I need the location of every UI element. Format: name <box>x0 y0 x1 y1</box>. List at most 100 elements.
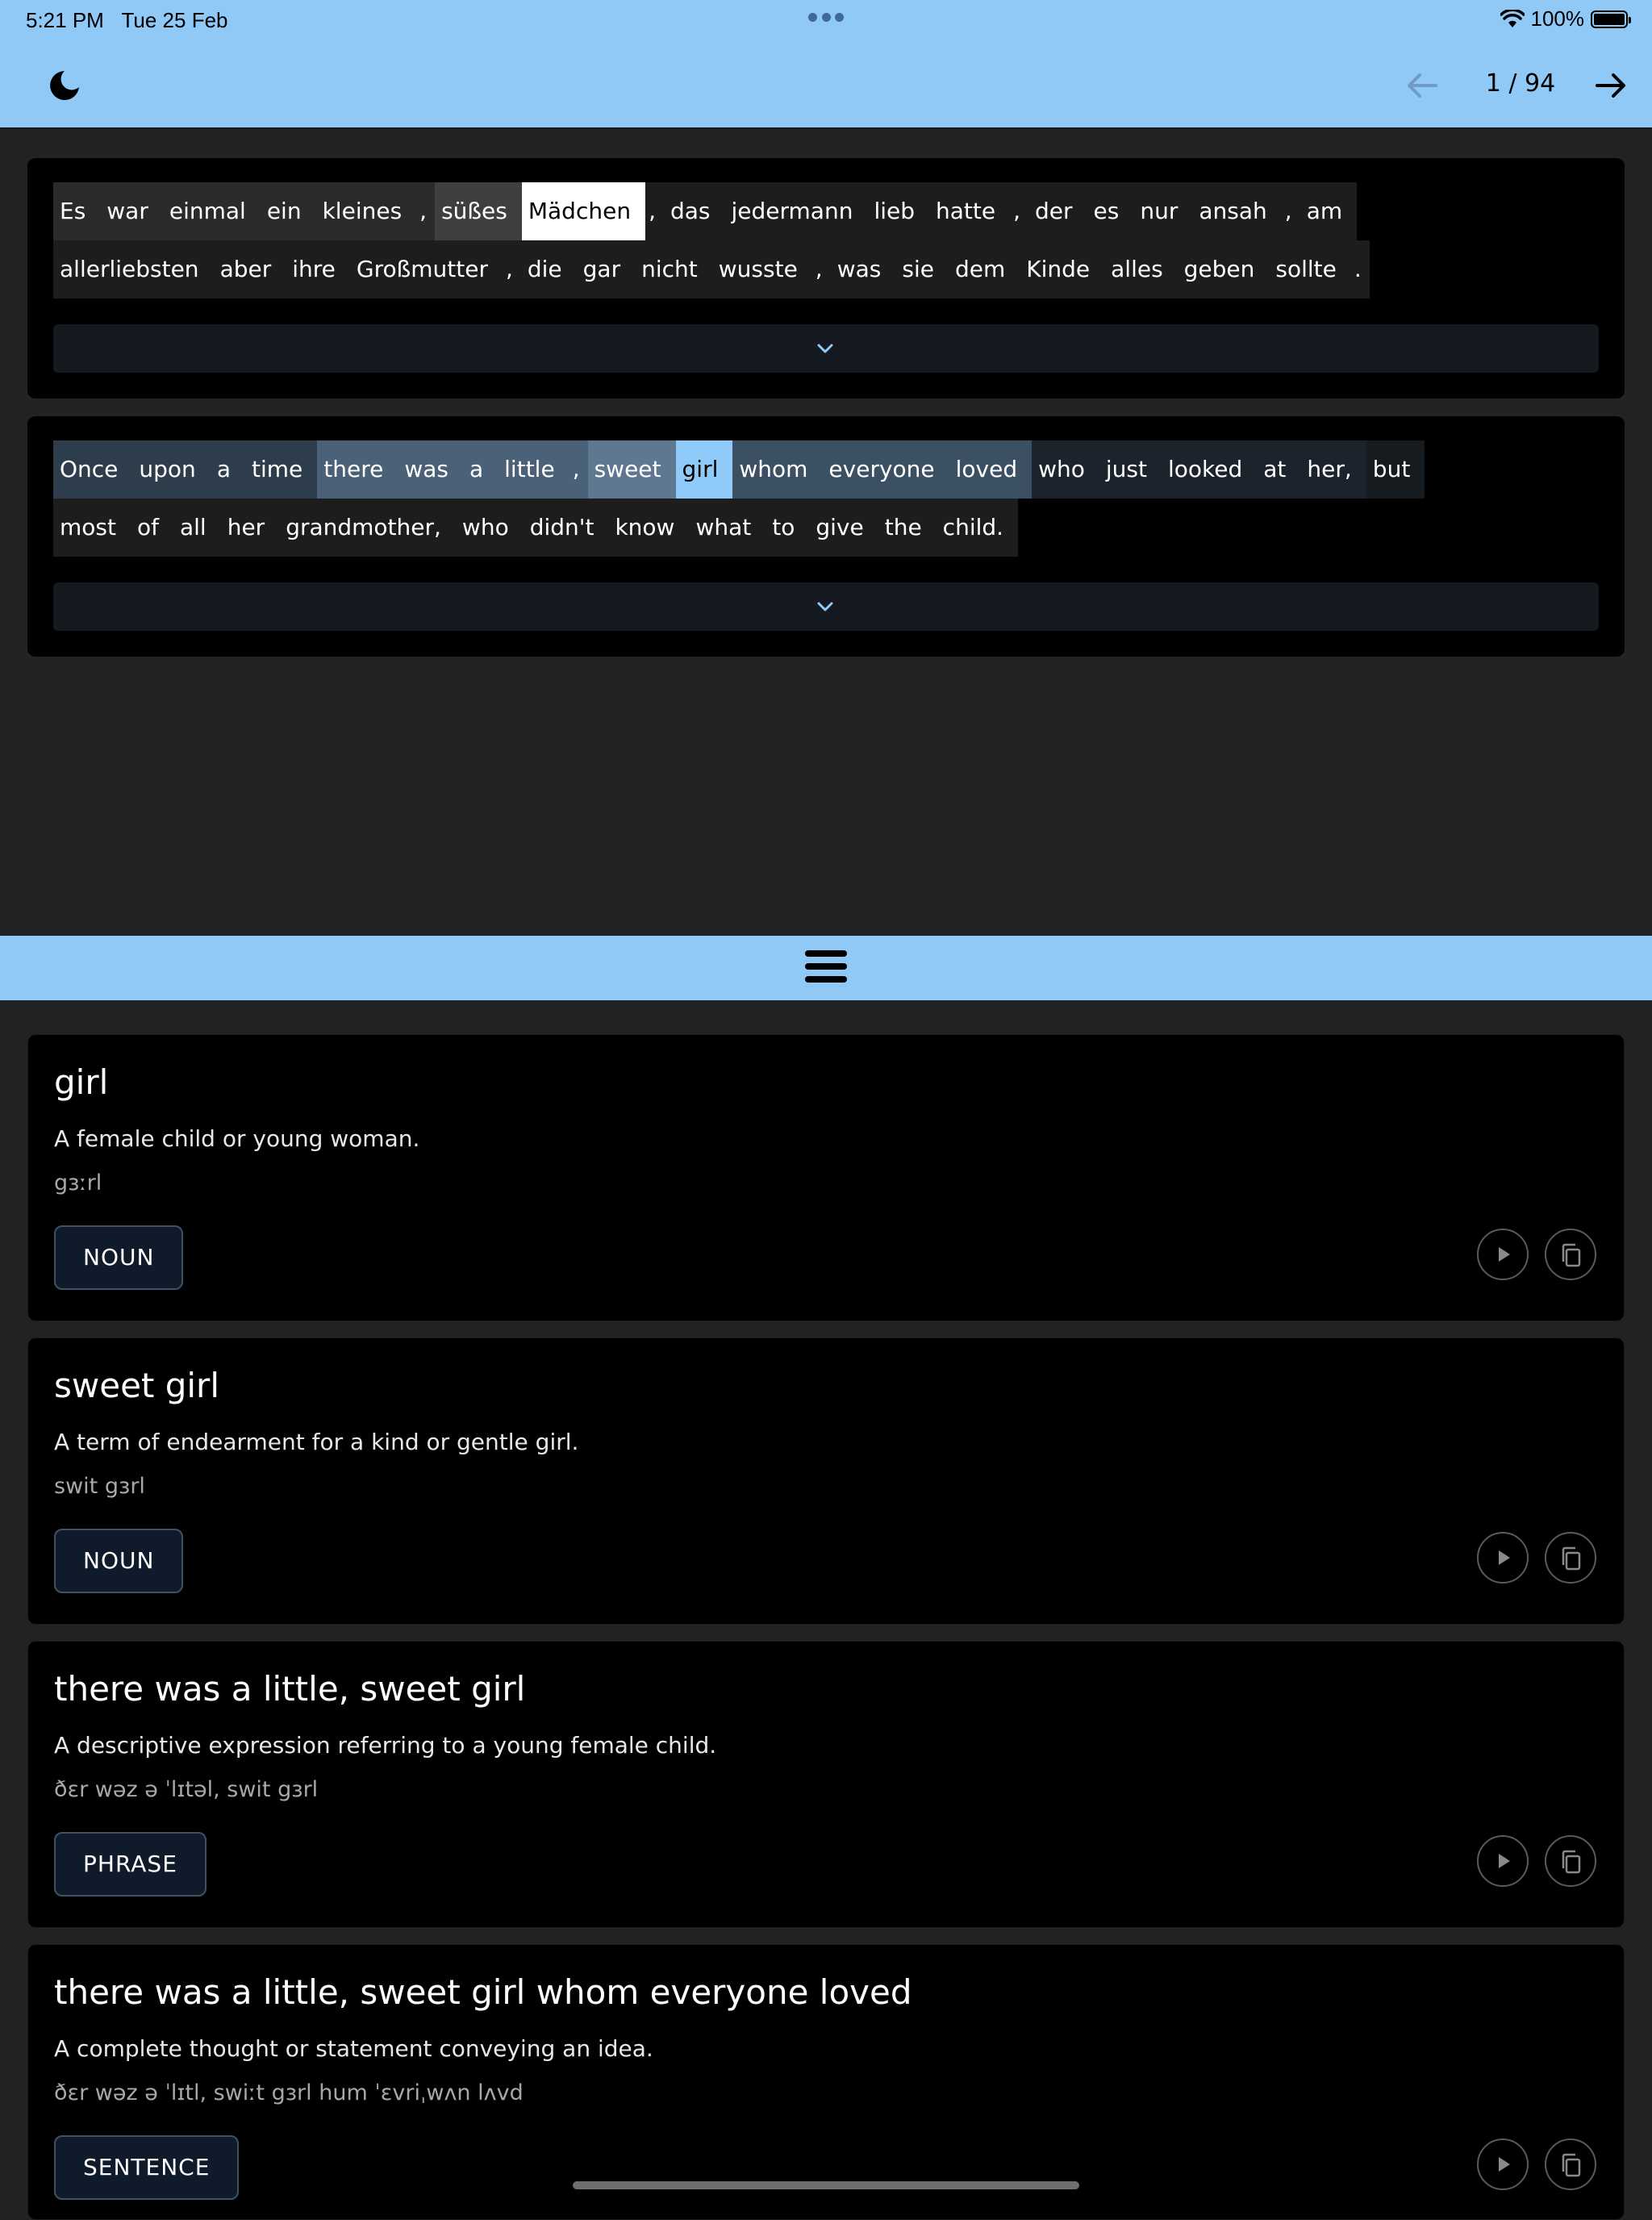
play-button[interactable] <box>1477 2139 1529 2190</box>
word-token[interactable]: sie <box>895 240 949 298</box>
dictionary-entry-card[interactable]: girl A female child or young woman. gɜːrl N… <box>27 1034 1625 1321</box>
play-icon <box>1499 1854 1510 1868</box>
arrow-right-icon[interactable] <box>1592 68 1629 103</box>
word-token[interactable]: Mädchen <box>521 182 646 240</box>
word-token[interactable]: all <box>173 499 221 557</box>
word-token[interactable]: Once <box>53 440 133 499</box>
arrow-left-icon[interactable] <box>1404 68 1441 103</box>
word-token[interactable]: hatte <box>929 182 1011 240</box>
punctuation-token[interactable]: . <box>1350 240 1370 298</box>
word-token[interactable]: to <box>766 499 810 557</box>
word-token[interactable]: but <box>1366 440 1425 499</box>
home-indicator[interactable] <box>573 2181 1079 2189</box>
entry-title: girl <box>54 1062 109 1102</box>
word-token[interactable]: at <box>1257 440 1301 499</box>
copy-button[interactable] <box>1545 2139 1596 2190</box>
word-token[interactable]: nur <box>1133 182 1193 240</box>
word-token[interactable]: a <box>462 440 499 499</box>
copy-button[interactable] <box>1545 1229 1596 1280</box>
word-token[interactable]: ein <box>260 182 316 240</box>
punctuation-token[interactable]: , <box>1281 182 1300 240</box>
expand-translation-button[interactable] <box>53 582 1599 631</box>
part-of-speech-chip[interactable]: SENTENCE <box>54 2135 240 2200</box>
word-token[interactable]: time <box>244 440 318 499</box>
word-token[interactable]: gar <box>576 240 636 298</box>
word-token[interactable]: her, <box>1300 440 1366 499</box>
word-token[interactable]: grandmother, <box>279 499 456 557</box>
moon-icon[interactable] <box>47 68 82 103</box>
expand-source-button[interactable] <box>53 324 1599 373</box>
punctuation-token[interactable]: , <box>811 240 831 298</box>
word-token[interactable]: know <box>608 499 690 557</box>
part-of-speech-chip[interactable]: PHRASE <box>54 1832 206 1897</box>
word-token[interactable]: geben <box>1177 240 1270 298</box>
word-token[interactable]: sweet <box>587 440 676 499</box>
word-token[interactable]: ihre <box>286 240 350 298</box>
word-token[interactable]: who <box>1032 440 1099 499</box>
punctuation-token[interactable]: , <box>569 440 588 499</box>
multitasking-dots-icon[interactable] <box>808 13 844 23</box>
word-token[interactable]: little <box>498 440 569 499</box>
word-token[interactable]: everyone <box>822 440 949 499</box>
translation-text-tokens: Once upon a time there was a little, sweet girl wh… <box>53 440 1599 557</box>
word-token[interactable]: Kinde <box>1020 240 1105 298</box>
menu-icon[interactable] <box>805 950 847 986</box>
word-token[interactable]: a <box>210 440 245 499</box>
word-token[interactable]: sollte <box>1269 240 1351 298</box>
word-token[interactable]: ansah <box>1192 182 1282 240</box>
word-token[interactable]: allerliebsten <box>53 240 214 298</box>
word-token[interactable]: child. <box>936 499 1019 557</box>
word-token[interactable]: of <box>130 499 173 557</box>
word-token[interactable]: aber <box>213 240 286 298</box>
copy-button[interactable] <box>1545 1532 1596 1584</box>
word-token[interactable]: upon <box>132 440 211 499</box>
part-of-speech-chip[interactable]: NOUN <box>54 1529 184 1593</box>
part-of-speech-chip[interactable]: NOUN <box>54 1225 184 1290</box>
dictionary-entry-card[interactable]: there was a little, sweet girl A descript… <box>27 1641 1625 1928</box>
word-token[interactable]: es <box>1087 182 1134 240</box>
word-token[interactable]: jedermann <box>724 182 868 240</box>
copy-button[interactable] <box>1545 1835 1596 1887</box>
word-token[interactable]: nicht <box>635 240 712 298</box>
word-token[interactable]: einmal <box>162 182 261 240</box>
word-token[interactable]: der <box>1028 182 1087 240</box>
play-button[interactable] <box>1477 1835 1529 1887</box>
word-token[interactable]: Großmutter <box>349 240 503 298</box>
word-token[interactable]: was <box>830 240 896 298</box>
word-token[interactable]: looked <box>1162 440 1258 499</box>
word-token[interactable]: lieb <box>867 182 930 240</box>
word-token[interactable]: didn't <box>523 499 609 557</box>
play-button[interactable] <box>1477 1229 1529 1280</box>
word-token[interactable]: the <box>878 499 937 557</box>
word-token[interactable]: die <box>520 240 577 298</box>
punctuation-token[interactable]: , <box>416 182 436 240</box>
word-token[interactable]: what <box>689 499 766 557</box>
word-token[interactable]: there <box>317 440 398 499</box>
word-token[interactable]: Es <box>53 182 101 240</box>
word-token[interactable]: dem <box>948 240 1020 298</box>
word-token[interactable]: just <box>1099 440 1162 499</box>
status-bar: 5:21 PM Tue 25 Feb 100% <box>0 0 1652 39</box>
word-token[interactable]: kleines <box>315 182 417 240</box>
word-token[interactable]: das <box>663 182 725 240</box>
word-token[interactable]: wusste <box>711 240 812 298</box>
word-token[interactable]: give <box>809 499 878 557</box>
word-token[interactable]: war <box>100 182 163 240</box>
dictionary-entry-card[interactable]: there was a little, sweet girl whom ever… <box>27 1944 1625 2220</box>
punctuation-token[interactable]: , <box>502 240 521 298</box>
word-token[interactable]: was <box>398 440 463 499</box>
word-token[interactable]: loved <box>949 440 1032 499</box>
word-token[interactable]: süßes <box>435 182 522 240</box>
punctuation-token[interactable]: , <box>645 182 664 240</box>
word-token[interactable]: most <box>53 499 131 557</box>
panel-resize-handle[interactable] <box>0 936 1652 1000</box>
dictionary-entry-card[interactable]: sweet girl A term of endearment for a kin… <box>27 1337 1625 1625</box>
word-token[interactable]: her <box>220 499 280 557</box>
word-token[interactable]: alles <box>1104 240 1178 298</box>
word-token[interactable]: who <box>455 499 524 557</box>
punctuation-token[interactable]: , <box>1010 182 1029 240</box>
word-token[interactable]: am <box>1299 182 1358 240</box>
play-button[interactable] <box>1477 1532 1529 1584</box>
word-token[interactable]: whom <box>732 440 823 499</box>
word-token[interactable]: girl <box>675 440 733 499</box>
